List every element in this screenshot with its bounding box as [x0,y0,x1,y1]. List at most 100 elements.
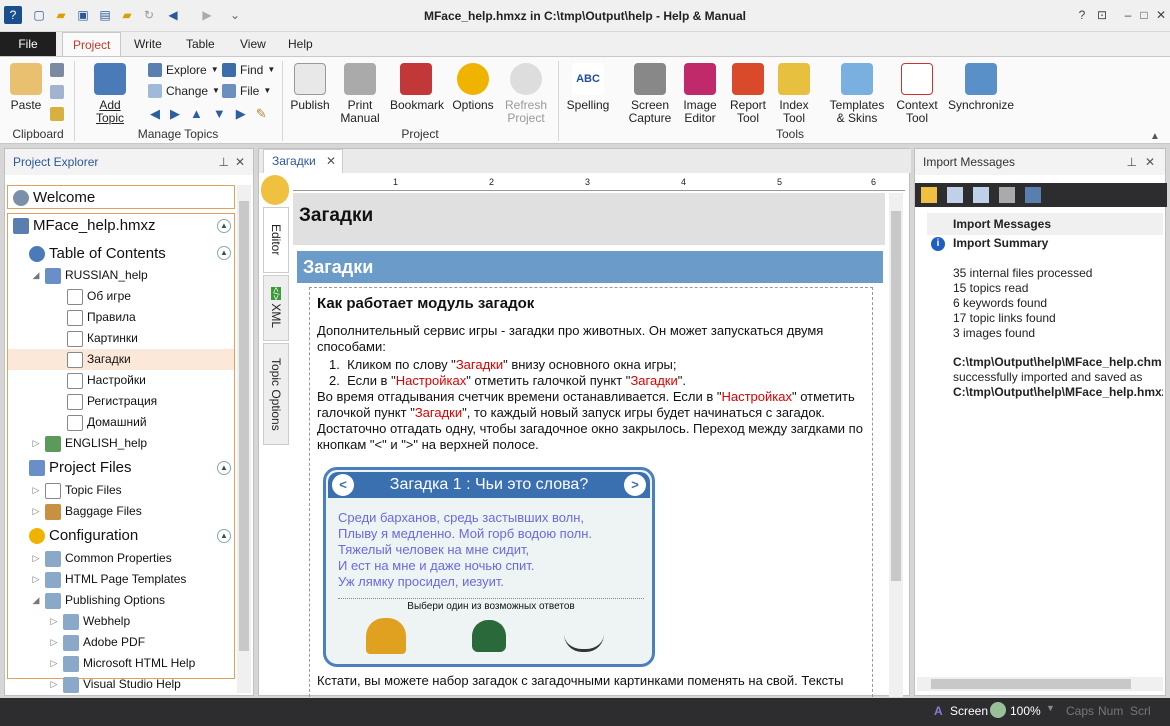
tree-baggage-files[interactable]: ▷ Baggage Files [31,501,142,522]
find-icon[interactable] [947,187,963,203]
find-button[interactable]: Find ▼ [222,61,275,79]
screen-label[interactable]: Screen [950,704,988,718]
help-icon[interactable]: ? [1074,7,1090,23]
options-button[interactable]: Options [450,63,496,112]
restore-ribbon-icon[interactable]: ⊡ [1094,7,1110,23]
tab-write[interactable]: Write [124,32,172,56]
tree-html-templates[interactable]: ▷ HTML Page Templates [31,569,186,590]
tab-table[interactable]: Table [176,32,225,56]
next-arrow-icon[interactable]: > [624,474,646,496]
collapsed-icon[interactable]: ▷ [49,611,59,632]
prev-arrow-icon[interactable]: < [332,474,354,496]
edit-icon[interactable]: ✎ [256,105,267,123]
refresh-project-button[interactable]: Refresh Project [502,63,550,125]
move-up-icon[interactable]: ▲ [190,105,203,123]
maximize-button[interactable]: □ [1136,7,1152,23]
tree-folder-russian[interactable]: ◢ RUSSIAN_help [31,265,148,286]
side-tab-editor[interactable]: Editor [263,207,289,273]
tree-topic-files[interactable]: ▷ Topic Files [31,480,122,501]
print-icon[interactable] [999,187,1015,203]
tree-folder-english[interactable]: ▷ ENGLISH_help [31,433,147,454]
format-painter-button[interactable] [50,105,64,123]
topic-heading[interactable]: Загадки [299,205,373,227]
move-down-icon[interactable]: ▼ [213,105,226,123]
link-zagadki[interactable]: Загадки [630,373,677,388]
spelling-button[interactable]: ABC Spelling [566,63,610,112]
move-right-icon[interactable]: ▶ [170,105,180,123]
link-nastroyki[interactable]: Настройках [721,389,792,404]
synchronize-button[interactable]: Synchronize [948,63,1014,112]
tree-topic[interactable]: Правила [67,307,136,328]
scrollbar-thumb[interactable] [931,679,1131,689]
expanded-icon[interactable]: ◢ [31,265,41,286]
mountain-icon[interactable] [564,620,604,652]
cut-button[interactable] [50,61,64,79]
project-files-item[interactable]: Project Files [29,457,132,478]
paste-button[interactable]: Paste [8,63,44,112]
home-icon[interactable] [921,187,937,203]
tree-publishing-options[interactable]: ◢ Publishing Options [31,590,165,611]
tree-common-properties[interactable]: ▷ Common Properties [31,548,172,569]
hat-icon[interactable] [472,620,506,652]
close-button[interactable]: ✕ [1153,7,1169,23]
change-button[interactable]: Change ▼ [148,82,220,100]
editor-scrollbar[interactable] [889,193,903,697]
collapse-icon[interactable]: ▲ [217,219,231,233]
tree-topic-selected[interactable]: Загадки [67,349,131,370]
tree-topic[interactable]: Об игре [67,286,131,307]
configuration-item[interactable]: Configuration [29,525,138,546]
collapsed-icon[interactable]: ▷ [31,569,41,590]
minimize-button[interactable]: – [1120,7,1136,23]
report-tool-button[interactable]: Report Tool [728,63,768,125]
file-button[interactable]: File ▼ [222,82,271,100]
save-icon[interactable] [1025,187,1041,203]
explore-button[interactable]: Explore ▼ [148,61,219,79]
tab-project[interactable]: Project [62,32,122,57]
scrollbar-thumb[interactable] [891,211,901,581]
ruler[interactable]: 1 2 3 4 5 6 [293,175,905,191]
gear-icon[interactable] [261,175,289,205]
print-manual-button[interactable]: Print Manual [338,63,382,125]
tree-adobe-pdf[interactable]: ▷ Adobe PDF [49,632,145,653]
collapsed-icon[interactable]: ▷ [49,674,59,695]
publish-button[interactable]: Publish [290,63,330,112]
close-icon[interactable]: ✕ [1145,149,1155,175]
collapse-icon[interactable]: ▲ [217,529,231,543]
side-tab-xml[interactable]: </> XML [263,275,289,341]
scrollbar-thumb[interactable] [239,201,249,651]
collapsed-icon[interactable]: ▷ [31,501,41,522]
tab-zagadki[interactable]: Загадки ✕ [263,149,343,173]
copy-button[interactable] [50,83,64,101]
tree-topic[interactable]: Регистрация [67,391,157,412]
collapsed-icon[interactable]: ▷ [49,653,59,674]
tab-file[interactable]: File [0,32,56,56]
tab-help[interactable]: Help [278,32,323,56]
tree-topic[interactable]: Домашний [67,412,147,433]
zoom-icon[interactable] [990,702,1006,718]
camel-icon[interactable] [366,618,406,654]
indent-icon[interactable]: ▶ [236,105,246,123]
image-editor-button[interactable]: Image Editor [680,63,720,125]
link-zagadki[interactable]: Загадки [456,357,503,372]
explorer-scrollbar[interactable] [237,185,251,693]
tree-html-help[interactable]: ▷ Microsoft HTML Help [49,653,195,674]
link-zagadki[interactable]: Загадки [415,405,462,420]
side-tab-topic-options[interactable]: Topic Options [263,343,289,445]
pin-icon[interactable]: ⊥ [1127,149,1137,175]
screen-capture-button[interactable]: Screen Capture [626,63,674,125]
templates-skins-button[interactable]: Templates & Skins [828,63,886,125]
toc-item[interactable]: Table of Contents [29,243,166,264]
collapsed-icon[interactable]: ▷ [31,548,41,569]
tab-view[interactable]: View [230,32,276,56]
index-tool-button[interactable]: Index Tool [776,63,812,125]
tree-topic[interactable]: Настройки [67,370,146,391]
context-tool-button[interactable]: Context Tool [894,63,940,125]
collapsed-icon[interactable]: ▷ [31,480,41,501]
copy-icon[interactable] [973,187,989,203]
move-left-icon[interactable]: ◀ [150,105,160,123]
expanded-icon[interactable]: ◢ [31,590,41,611]
collapse-ribbon-icon[interactable]: ▲ [1150,131,1160,142]
collapsed-icon[interactable]: ▷ [49,632,59,653]
pin-icon[interactable]: ⊥ [219,149,229,175]
editor-body[interactable]: Загадки Как работает модуль загадок Допо… [293,249,885,697]
